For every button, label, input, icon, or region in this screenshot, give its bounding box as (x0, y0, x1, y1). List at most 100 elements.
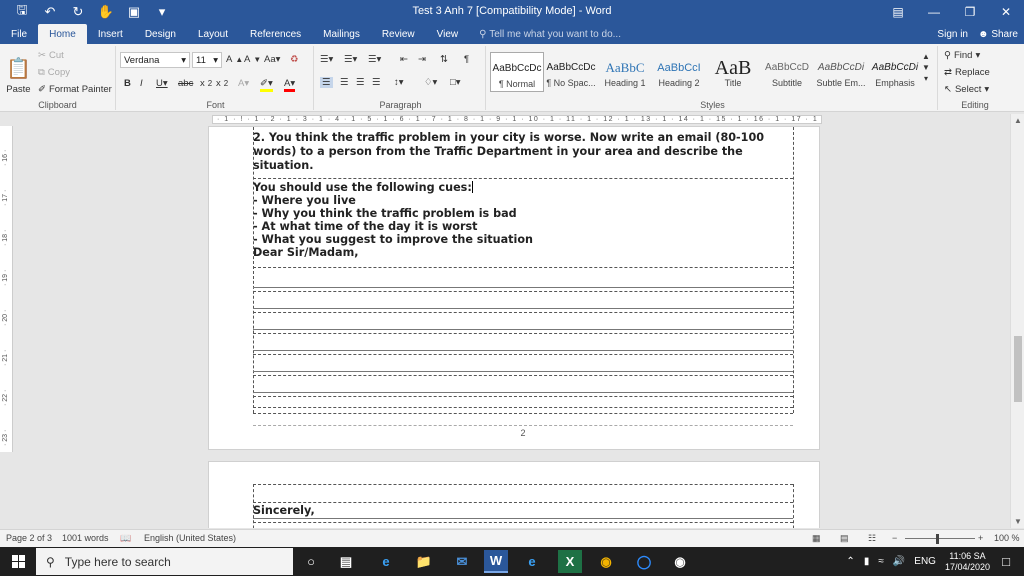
horizontal-ruler[interactable]: · 1 · ! · 1 · 2 · 1 · 3 · 1 · 4 · 1 · 5 … (0, 113, 1024, 126)
tab-file[interactable]: File (0, 24, 38, 44)
answer-line[interactable] (253, 308, 793, 309)
wifi-icon[interactable]: ≈ (878, 556, 884, 567)
zoom-slider[interactable] (905, 538, 975, 539)
replace-button[interactable]: ⇄ Replace (944, 67, 990, 78)
excel-icon[interactable]: X (558, 550, 582, 573)
line-spacing-icon[interactable]: ↕▾ (394, 77, 404, 88)
find-button[interactable]: ⚲ Find ▾ (944, 50, 980, 61)
shrink-font-icon[interactable]: A ▼ (244, 54, 261, 65)
zalo-icon[interactable]: ◯ (632, 550, 656, 573)
superscript-icon[interactable]: x2 (216, 78, 228, 89)
undo-icon[interactable]: ↶ (36, 0, 64, 24)
tab-view[interactable]: View (426, 24, 470, 44)
scroll-thumb[interactable] (1014, 336, 1022, 402)
customize-qat-icon[interactable]: ▾ (148, 0, 176, 24)
style-normal[interactable]: AaBbCcDc ¶ Normal (490, 52, 544, 92)
zoom-out-icon[interactable]: − (892, 533, 897, 543)
page-count[interactable]: Page 2 of 3 (6, 533, 52, 543)
bold-icon[interactable]: B (124, 78, 131, 89)
print-layout-icon[interactable]: ▤ (840, 533, 849, 544)
zoom-slider-thumb[interactable] (936, 534, 939, 544)
style-subtitle[interactable]: AaBbCcD Subtitle (760, 52, 814, 92)
shading-icon[interactable]: ♢▾ (424, 77, 437, 88)
tab-mailings[interactable]: Mailings (312, 24, 371, 44)
cortana-icon[interactable]: ○ (299, 550, 323, 573)
style-title[interactable]: AaB Title (706, 52, 760, 92)
style-heading-2[interactable]: AaBbCcI Heading 2 (652, 52, 706, 92)
grow-font-icon[interactable]: A ▲ (226, 54, 243, 65)
windows-start-button[interactable] (0, 547, 36, 576)
word-icon[interactable]: W (484, 550, 508, 573)
answer-line[interactable] (253, 350, 793, 351)
document-page-next[interactable]: Sincerely, (208, 461, 820, 528)
ribbon-display-options-icon[interactable]: ▤ (880, 0, 916, 24)
bullets-icon[interactable]: ☰▾ (320, 54, 333, 65)
borders-icon[interactable]: □▾ (450, 77, 461, 88)
multilevel-list-icon[interactable]: ☰▾ (368, 54, 381, 65)
style-no-spacing[interactable]: AaBbCcDc ¶ No Spac... (544, 52, 598, 92)
tab-design[interactable]: Design (134, 24, 187, 44)
vertical-scrollbar[interactable]: ▲ ▼ (1010, 114, 1024, 528)
underline-icon[interactable]: U▾ (156, 78, 168, 89)
taskbar-search[interactable]: ⚲ Type here to search (36, 548, 293, 575)
vertical-ruler[interactable]: · 16 · · 17 · · 18 · · 19 · · 20 · · 21 … (0, 126, 13, 452)
answer-line[interactable] (253, 287, 793, 288)
tell-me-box[interactable]: ⚲ Tell me what you want to do... (469, 24, 621, 44)
tab-home[interactable]: Home (38, 24, 87, 44)
strikethrough-icon[interactable]: abc (178, 78, 193, 89)
copy-button[interactable]: ⧉ Copy (38, 67, 70, 78)
answer-line[interactable] (253, 392, 793, 393)
notifications-icon[interactable]: □ (994, 550, 1018, 573)
justify-icon[interactable]: ☰ (372, 77, 381, 88)
task-view-icon[interactable]: ▤ (334, 550, 358, 573)
input-language[interactable]: ENG (914, 556, 936, 567)
clock[interactable]: 11:06 SA 17/04/2020 (945, 551, 990, 573)
show-formatting-icon[interactable]: ¶ (464, 54, 469, 65)
web-layout-icon[interactable]: ☷ (868, 533, 876, 544)
sign-in-link[interactable]: Sign in (937, 29, 968, 40)
cut-button[interactable]: ✂ Cut (38, 50, 64, 61)
save-icon[interactable]: 🖫 (8, 0, 36, 24)
volume-icon[interactable]: 🔊 (893, 556, 905, 567)
align-right-icon[interactable]: ☰ (356, 77, 365, 88)
read-mode-icon[interactable]: ▦ (812, 533, 821, 544)
style-subtle-emphasis[interactable]: AaBbCcDi Subtle Em... (814, 52, 868, 92)
share-button[interactable]: ☻ Share (978, 29, 1018, 40)
answer-line[interactable] (253, 329, 793, 330)
proofing-icon[interactable]: 📖 (120, 533, 131, 544)
battery-icon[interactable]: ▮ (864, 556, 870, 567)
language-status[interactable]: English (United States) (144, 533, 236, 543)
styles-scroll[interactable]: ▲ ▼ ▾ (922, 52, 930, 83)
scroll-up-icon[interactable]: ▲ (1011, 116, 1024, 125)
tab-insert[interactable]: Insert (87, 24, 134, 44)
font-size-combo[interactable]: 11 ▾ (192, 52, 222, 68)
font-color-icon[interactable]: A▾ (284, 78, 296, 92)
tab-review[interactable]: Review (371, 24, 426, 44)
align-center-icon[interactable]: ☰ (340, 77, 349, 88)
align-left-icon[interactable]: ☰ (320, 77, 333, 88)
text-effects-icon[interactable]: A▾ (238, 78, 249, 89)
highlight-icon[interactable]: ✐▾ (260, 78, 273, 92)
sort-icon[interactable]: ⇅ (440, 54, 448, 65)
decrease-indent-icon[interactable]: ⇤ (400, 54, 408, 65)
tab-layout[interactable]: Layout (187, 24, 239, 44)
style-emphasis[interactable]: AaBbCcDi Emphasis (868, 52, 922, 92)
zoom-level[interactable]: 100 % (994, 533, 1020, 543)
close-button[interactable]: ✕ (988, 0, 1024, 24)
paste-button[interactable]: 📋 Paste (6, 56, 31, 95)
increase-indent-icon[interactable]: ⇥ (418, 54, 426, 65)
edge-icon[interactable]: e (374, 550, 398, 573)
redo-icon[interactable]: ↻ (64, 0, 92, 24)
subscript-icon[interactable]: x2 (200, 78, 212, 89)
restore-button[interactable]: ❐ (952, 0, 988, 24)
media-player-icon[interactable]: ◉ (668, 550, 692, 573)
file-explorer-icon[interactable]: 📁 (412, 550, 436, 573)
internet-explorer-icon[interactable]: e (520, 550, 544, 573)
select-button[interactable]: ↖ Select ▾ (944, 84, 989, 95)
chevron-up-icon[interactable]: ⌃ (846, 556, 854, 567)
zoom-in-icon[interactable]: + (978, 533, 983, 543)
word-count[interactable]: 1001 words (62, 533, 109, 543)
style-heading-1[interactable]: AaBbC Heading 1 (598, 52, 652, 92)
clear-formatting-icon[interactable]: ♻ (290, 54, 299, 65)
chrome-icon[interactable]: ◉ (594, 550, 618, 573)
